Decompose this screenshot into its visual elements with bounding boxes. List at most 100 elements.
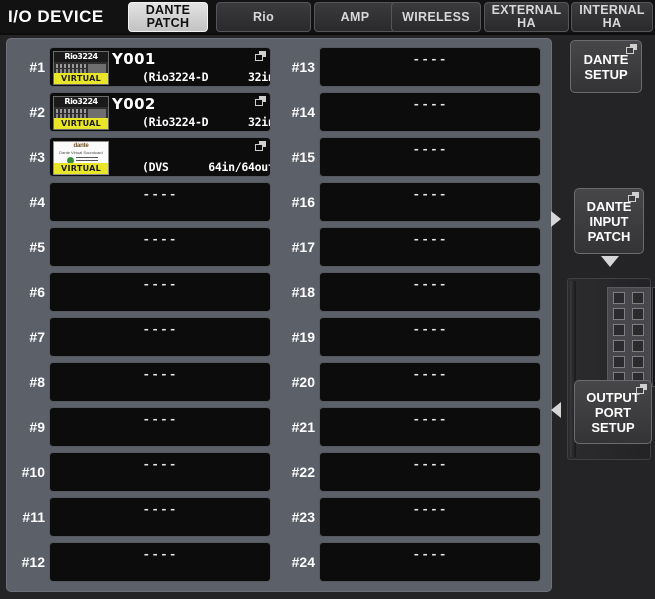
slot-number-label: #9 — [29, 419, 45, 435]
device-slot-button[interactable]: ---- — [49, 497, 271, 537]
rack-connector-icon — [632, 308, 644, 320]
rack-connector-icon — [613, 356, 625, 368]
popup-window-icon — [255, 141, 266, 151]
device-slot-button[interactable]: ---- — [49, 272, 271, 312]
device-slot-panel: #1 Rio3224 VIRTUAL Y001 (Rio3224-D 32in/24ou… — [6, 38, 552, 592]
device-slot-button[interactable]: ---- — [319, 542, 541, 582]
slot-empty-text: ---- — [412, 232, 448, 247]
tab-external-ha[interactable]: EXTERNAL HA — [484, 2, 569, 32]
device-slot-button[interactable]: ---- — [319, 227, 541, 267]
device-io-count: 32in/24out) — [248, 70, 270, 84]
device-slot-button[interactable]: ---- — [49, 407, 271, 447]
tab-dante-patch-label-line2: PATCH — [146, 16, 190, 30]
rack-connector-icon — [632, 292, 644, 304]
slot-number-label: #4 — [29, 194, 45, 210]
tab-rio-label: Rio — [252, 9, 275, 24]
dante-input-patch-label-line3: PATCH — [587, 228, 631, 244]
thumbnail-brand-label: dante — [73, 143, 89, 149]
slot-empty-text: ---- — [412, 367, 448, 382]
tab-wireless[interactable]: WIRELESS — [391, 2, 481, 32]
thumbnail-model-label: Rio3224 — [54, 52, 108, 62]
slot-number-label: #2 — [29, 104, 45, 120]
tab-bar: I/O DEVICE DANTE PATCH Rio AMP WIRELESS EXTER… — [0, 0, 655, 35]
slot-empty-text: ---- — [142, 367, 178, 382]
tab-wireless-label: WIRELESS — [402, 9, 470, 24]
rack-connector-icon — [613, 308, 625, 320]
device-slot-button[interactable]: ---- — [319, 137, 541, 177]
device-slot-button[interactable]: ---- — [319, 47, 541, 87]
device-slot-button[interactable]: ---- — [49, 317, 271, 357]
device-slot-button[interactable]: ---- — [319, 452, 541, 492]
slot-number-label: #6 — [29, 284, 45, 300]
slot-number-label: #1 — [29, 59, 45, 75]
device-slot-button[interactable]: ---- — [319, 182, 541, 222]
device-slot-button[interactable]: ---- — [49, 452, 271, 492]
rack-connector-icon — [613, 292, 625, 304]
device-slot-button[interactable]: ---- — [49, 542, 271, 582]
tab-bar-divider — [0, 33, 655, 35]
tab-rio[interactable]: Rio — [216, 2, 311, 32]
slot-empty-text: ---- — [142, 277, 178, 292]
device-slot-button[interactable]: ---- — [49, 227, 271, 267]
slot-empty-text: ---- — [412, 142, 448, 157]
device-slot-button[interactable]: Rio3224 VIRTUAL Y002 (Rio3224-D 32in/24out) — [49, 92, 271, 132]
page-title: I/O DEVICE — [8, 7, 104, 26]
output-port-setup-label-line3: SETUP — [591, 419, 635, 435]
slot-empty-text: ---- — [412, 412, 448, 427]
rack-unit — [607, 287, 651, 387]
device-slot-button[interactable]: ---- — [319, 317, 541, 357]
device-slot-button[interactable]: Rio3224 VIRTUAL Y001 (Rio3224-D 32in/24out) — [49, 47, 271, 87]
slot-number-label: #10 — [21, 464, 45, 480]
slot-empty-text: ---- — [142, 457, 178, 472]
slot-empty-text: ---- — [412, 187, 448, 202]
slot-empty-text: ---- — [412, 502, 448, 517]
rack-connector-icon — [613, 324, 625, 336]
tab-internal-ha-label: INTERNAL — [579, 3, 645, 17]
thumbnail-product-label: Dante Virtual Soundcard — [59, 150, 103, 155]
slot-empty-text: ---- — [142, 547, 178, 562]
tab-internal-ha[interactable]: INTERNAL HA — [571, 2, 653, 32]
popup-window-icon — [626, 44, 637, 54]
popup-window-icon — [255, 51, 266, 61]
device-model-info: (Rio3224-D 32in/24out) — [142, 115, 270, 129]
tab-external-ha-label-line2: HA — [517, 16, 536, 30]
dante-input-patch-button[interactable]: DANTE INPUT PATCH — [574, 188, 644, 254]
device-slot-button[interactable]: ---- — [49, 362, 271, 402]
device-thumbnail: Rio3224 VIRTUAL — [53, 51, 109, 85]
tab-amp[interactable]: AMP — [314, 2, 396, 32]
slot-number-label: #8 — [29, 374, 45, 390]
dante-input-patch-label-line1: DANTE — [586, 198, 632, 214]
rack-connector-icon — [632, 324, 644, 336]
slot-empty-text: ---- — [412, 457, 448, 472]
slot-empty-text: ---- — [412, 547, 448, 562]
device-slot-button[interactable]: ---- — [319, 362, 541, 402]
device-io-count: 64in/64out) — [208, 160, 270, 174]
output-port-setup-button[interactable]: OUTPUT PORT SETUP — [574, 380, 652, 444]
dante-setup-button[interactable]: DANTE SETUP — [570, 40, 642, 93]
device-slot-button[interactable]: ---- — [319, 92, 541, 132]
slot-empty-text: ---- — [412, 97, 448, 112]
slot-empty-text: ---- — [412, 52, 448, 67]
slot-empty-text: ---- — [142, 232, 178, 247]
device-io-count: 32in/24out) — [248, 115, 270, 129]
slot-number-label: #23 — [291, 509, 315, 525]
dante-setup-label-line2: SETUP — [584, 66, 628, 82]
device-slot-button[interactable]: ---- — [319, 497, 541, 537]
slot-number-label: #22 — [291, 464, 315, 480]
slot-number-label: #18 — [291, 284, 315, 300]
device-name: Y001 — [112, 50, 156, 68]
dante-input-patch-label-line2: INPUT — [589, 213, 629, 229]
device-slot-button[interactable]: ---- — [319, 407, 541, 447]
device-model-info: (Rio3224-D 32in/24out) — [142, 70, 270, 84]
device-model: (DVS — [142, 160, 169, 174]
device-thumbnail: Rio3224 VIRTUAL — [53, 96, 109, 130]
slot-empty-text: ---- — [142, 412, 178, 427]
rack-connector-icon — [632, 356, 644, 368]
device-slot-button[interactable]: dante Dante Virtual Soundcard VIRTUAL (DVS … — [49, 137, 271, 177]
device-slot-button[interactable]: ---- — [49, 182, 271, 222]
device-slot-button[interactable]: ---- — [319, 272, 541, 312]
virtual-badge: VIRTUAL — [54, 73, 108, 84]
slot-number-label: #21 — [291, 419, 315, 435]
tab-dante-patch[interactable]: DANTE PATCH — [128, 2, 208, 32]
dante-setup-label-line1: DANTE — [583, 51, 629, 67]
